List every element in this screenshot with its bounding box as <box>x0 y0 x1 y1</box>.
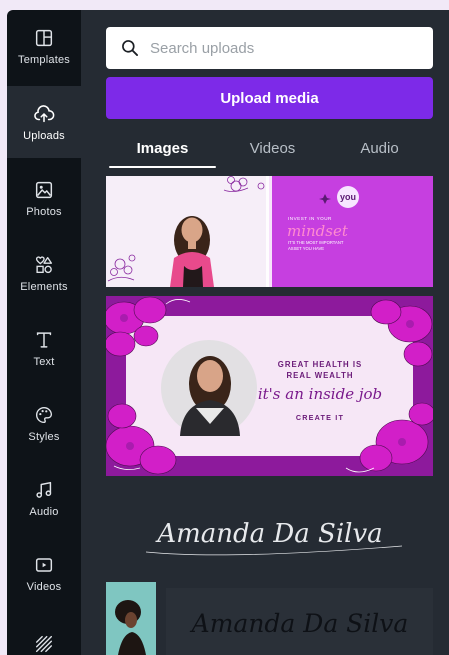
upload-signature-1[interactable]: Amanda Da Silva <box>106 500 433 570</box>
sidebar-item-patterns[interactable] <box>7 610 81 655</box>
signature-dark-image: Amanda Da Silva <box>166 588 433 655</box>
canva-editor: Templates Uploads Photos Elements Text S… <box>0 10 449 655</box>
templates-icon <box>35 29 53 46</box>
mindset-line3: ASSET YOU HAVE <box>288 246 324 251</box>
health-post-image: GREAT HEALTH IS REAL WEALTH it's an insi… <box>106 296 433 476</box>
sidebar-item-label: Elements <box>20 280 68 293</box>
tab-videos[interactable]: Videos <box>220 128 325 168</box>
signature-text: Amanda Da Silva <box>190 609 409 638</box>
signature-image: Amanda Da Silva <box>145 519 403 556</box>
upload-thumbnail-health[interactable]: GREAT HEALTH IS REAL WEALTH it's an insi… <box>106 296 433 476</box>
mindset-line1: INVEST IN YOUR <box>288 216 332 221</box>
upload-cloud-icon <box>34 104 55 122</box>
search-input[interactable] <box>150 39 420 57</box>
styles-palette-icon <box>36 406 53 423</box>
sidebar-item-videos[interactable]: Videos <box>7 537 81 609</box>
active-tab-indicator <box>109 166 216 168</box>
sidebar-item-photos[interactable]: Photos <box>7 162 81 234</box>
upload-thumbnail-mindset[interactable]: you INVEST IN YOUR mindset IT'S THE MOST… <box>106 176 433 287</box>
sidebar-item-text[interactable]: Text <box>7 312 81 384</box>
mindset-line2: IT'S THE MOST IMPORTANT <box>288 240 344 245</box>
search-icon <box>122 40 138 56</box>
tab-images[interactable]: Images <box>109 128 216 168</box>
photos-icon <box>35 181 53 198</box>
upload-media-button[interactable]: Upload media <box>106 77 433 119</box>
elements-icon <box>35 255 53 273</box>
media-tabs: Images Videos Audio <box>106 128 433 168</box>
health-script: it's an inside job <box>258 385 382 403</box>
video-play-icon <box>35 557 53 572</box>
tab-audio[interactable]: Audio <box>326 128 433 168</box>
music-note-icon <box>36 481 52 498</box>
signature-text: Amanda Da Silva <box>155 519 382 549</box>
sidebar-item-label: Audio <box>29 505 59 518</box>
sidebar-item-label: Text <box>33 355 55 368</box>
search-box[interactable] <box>106 27 433 69</box>
sidebar-item-label: Videos <box>26 580 62 593</box>
sidebar: Templates Uploads Photos Elements Text S… <box>7 10 81 655</box>
sidebar-item-audio[interactable]: Audio <box>7 462 81 534</box>
sidebar-item-label: Templates <box>18 53 70 66</box>
pattern-icon <box>35 635 53 652</box>
uploads-panel: Upload media Images Videos Audio <box>81 10 449 655</box>
mindset-badge: you <box>340 192 356 202</box>
health-cta: CREATE IT <box>296 413 344 422</box>
sidebar-item-label: Uploads <box>23 129 65 142</box>
health-line1: GREAT HEALTH IS <box>278 360 362 369</box>
sidebar-item-elements[interactable]: Elements <box>7 237 81 309</box>
sidebar-item-styles[interactable]: Styles <box>7 387 81 459</box>
mindset-post-image: you INVEST IN YOUR mindset IT'S THE MOST… <box>106 176 433 287</box>
upload-signature-2[interactable]: Amanda Da Silva <box>166 588 433 655</box>
sidebar-item-uploads[interactable]: Uploads <box>7 86 81 158</box>
sidebar-item-label: Styles <box>28 430 60 443</box>
sidebar-item-templates[interactable]: Templates <box>7 10 81 82</box>
text-icon <box>36 331 52 348</box>
portrait-photo-image <box>106 582 156 655</box>
upload-thumbnail-portrait[interactable] <box>106 582 156 655</box>
mindset-script: mindset <box>287 222 349 240</box>
sidebar-item-label: Photos <box>26 205 62 218</box>
health-line2: REAL WEALTH <box>286 371 353 380</box>
